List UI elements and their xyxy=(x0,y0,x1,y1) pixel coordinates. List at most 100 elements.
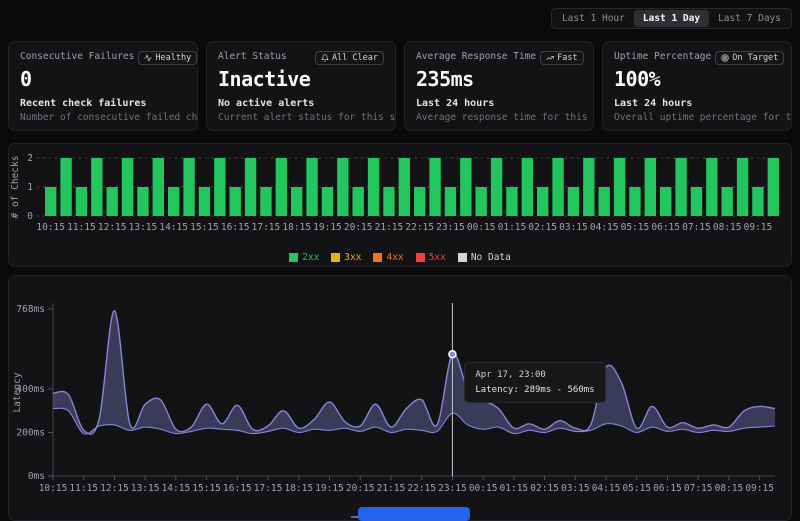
svg-text:05:15: 05:15 xyxy=(621,222,650,233)
chart-tooltip: Apr 17, 23:00 Latency: 289ms - 560ms xyxy=(464,362,605,403)
card-subtitle: No active alerts xyxy=(218,98,384,109)
checks-bar-chart[interactable]: 0 1 2 # of Checks 10:1511:1512:1513:1514:151… xyxy=(9,146,791,242)
svg-text:20:15: 20:15 xyxy=(346,483,375,494)
svg-text:09:15: 09:15 xyxy=(745,483,774,494)
latency-chart-panel: 0ms200ms400ms768msLatency10:1511:1512:15… xyxy=(8,275,792,521)
svg-text:16:15: 16:15 xyxy=(223,483,252,494)
tooltip-date: Apr 17, 23:00 xyxy=(475,370,594,380)
card-subtitle: Last 24 hours xyxy=(416,98,582,109)
badge-label: On Target xyxy=(732,53,778,63)
svg-text:04:15: 04:15 xyxy=(592,483,621,494)
svg-text:10:15: 10:15 xyxy=(36,222,65,233)
svg-text:03:15: 03:15 xyxy=(561,483,590,494)
checks-chart-panel: 0 1 2 # of Checks 10:1511:1512:1513:1514:151… xyxy=(8,143,792,267)
card-title: Alert Status xyxy=(218,51,287,62)
card-value: 235ms xyxy=(416,67,582,91)
time-range-button-2[interactable]: Last 7 Days xyxy=(709,10,790,27)
svg-text:17:15: 17:15 xyxy=(254,483,283,494)
legend-swatch xyxy=(289,253,298,262)
card-subtitle: Last 24 hours xyxy=(614,98,780,109)
svg-text:15:15: 15:15 xyxy=(192,483,221,494)
svg-text:08:15: 08:15 xyxy=(713,222,742,233)
svg-text:05:15: 05:15 xyxy=(622,483,651,494)
target-icon xyxy=(721,54,729,62)
svg-text:14:15: 14:15 xyxy=(159,222,188,233)
activity-icon xyxy=(144,54,152,62)
axes xyxy=(53,303,775,476)
stat-card-consecutive-failures: Consecutive Failures Healthy 0 Recent ch… xyxy=(8,41,198,131)
svg-text:10:15: 10:15 xyxy=(39,483,68,494)
svg-text:19:15: 19:15 xyxy=(315,483,344,494)
x-axis-labels: 10:1511:1512:1513:1514:1515:1516:1517:15… xyxy=(36,222,772,233)
svg-text:12:15: 12:15 xyxy=(98,222,127,233)
time-range-selector: Last 1 Hour Last 1 Day Last 7 Days xyxy=(0,0,800,29)
latency-area-chart[interactable]: 0ms200ms400ms768msLatency10:1511:1512:15… xyxy=(9,278,791,502)
checks-chart-legend: 2xx 3xx 4xx 5xx No Data xyxy=(9,248,791,266)
stat-card-uptime-percentage: Uptime Percentage On Target 100% Last 24… xyxy=(602,41,792,131)
svg-text:20:15: 20:15 xyxy=(344,222,373,233)
svg-text:14:15: 14:15 xyxy=(162,483,191,494)
card-value: 0 xyxy=(20,67,186,91)
legend-item-no-data[interactable]: No Data xyxy=(458,252,511,263)
svg-text:23:15: 23:15 xyxy=(436,222,465,233)
svg-text:19:15: 19:15 xyxy=(313,222,342,233)
svg-text:02:15: 02:15 xyxy=(528,222,557,233)
bars[interactable] xyxy=(45,158,779,216)
svg-text:07:15: 07:15 xyxy=(682,222,711,233)
svg-text:01:15: 01:15 xyxy=(498,222,527,233)
card-description: Number of consecutive failed checks xyxy=(20,112,186,123)
legend-item-4xx[interactable]: 4xx xyxy=(373,252,403,263)
legend-swatch xyxy=(331,253,340,262)
svg-text:2: 2 xyxy=(27,153,33,164)
trending-up-icon xyxy=(546,54,554,62)
bottom-partial-element[interactable] xyxy=(358,507,470,521)
active-dot xyxy=(449,351,456,358)
time-range-button-1[interactable]: Last 1 Day xyxy=(634,10,709,27)
svg-text:02:15: 02:15 xyxy=(530,483,559,494)
stat-card-alert-status: Alert Status All Clear Inactive No activ… xyxy=(206,41,396,131)
svg-text:1: 1 xyxy=(27,182,33,193)
svg-text:11:15: 11:15 xyxy=(69,483,98,494)
svg-text:17:15: 17:15 xyxy=(252,222,281,233)
status-badge-all-clear: All Clear xyxy=(315,51,384,65)
legend-item-3xx[interactable]: 3xx xyxy=(331,252,361,263)
y-axis-labels: 0 1 2 xyxy=(27,153,33,222)
svg-text:06:15: 06:15 xyxy=(651,222,680,233)
y-axis-title: Latency xyxy=(12,372,23,412)
card-subtitle: Recent check failures xyxy=(20,98,186,109)
svg-text:21:15: 21:15 xyxy=(375,222,404,233)
svg-text:09:15: 09:15 xyxy=(744,222,773,233)
legend-label: No Data xyxy=(471,252,511,263)
stat-cards-row: Consecutive Failures Healthy 0 Recent ch… xyxy=(8,41,792,131)
legend-swatch xyxy=(458,253,467,262)
svg-text:08:15: 08:15 xyxy=(715,483,744,494)
badge-label: Healthy xyxy=(155,53,191,63)
legend-item-5xx[interactable]: 5xx xyxy=(416,252,446,263)
svg-text:23:15: 23:15 xyxy=(438,483,467,494)
svg-text:06:15: 06:15 xyxy=(653,483,682,494)
card-title: Uptime Percentage xyxy=(614,51,711,62)
card-description: Overall uptime percentage for this site xyxy=(614,112,780,123)
svg-text:13:15: 13:15 xyxy=(129,222,158,233)
y-axis-title: # of Checks xyxy=(10,156,21,219)
svg-text:18:15: 18:15 xyxy=(284,483,313,494)
svg-text:00:15: 00:15 xyxy=(467,222,496,233)
svg-text:0: 0 xyxy=(27,211,33,222)
minmax-band xyxy=(53,311,775,434)
svg-text:0ms: 0ms xyxy=(28,471,45,482)
svg-text:22:15: 22:15 xyxy=(405,222,434,233)
legend-item-2xx[interactable]: 2xx xyxy=(289,252,319,263)
status-badge-healthy: Healthy xyxy=(138,51,197,65)
card-value: Inactive xyxy=(218,67,384,91)
card-title: Consecutive Failures xyxy=(20,51,134,62)
legend-label: 3xx xyxy=(344,252,361,263)
svg-text:12:15: 12:15 xyxy=(100,483,129,494)
svg-text:200ms: 200ms xyxy=(16,428,45,439)
legend-swatch xyxy=(416,253,425,262)
svg-text:22:15: 22:15 xyxy=(407,483,436,494)
badge-label: All Clear xyxy=(332,53,378,63)
legend-label: 4xx xyxy=(386,252,403,263)
svg-text:03:15: 03:15 xyxy=(559,222,588,233)
badge-label: Fast xyxy=(557,53,577,63)
time-range-button-0[interactable]: Last 1 Hour xyxy=(553,10,634,27)
